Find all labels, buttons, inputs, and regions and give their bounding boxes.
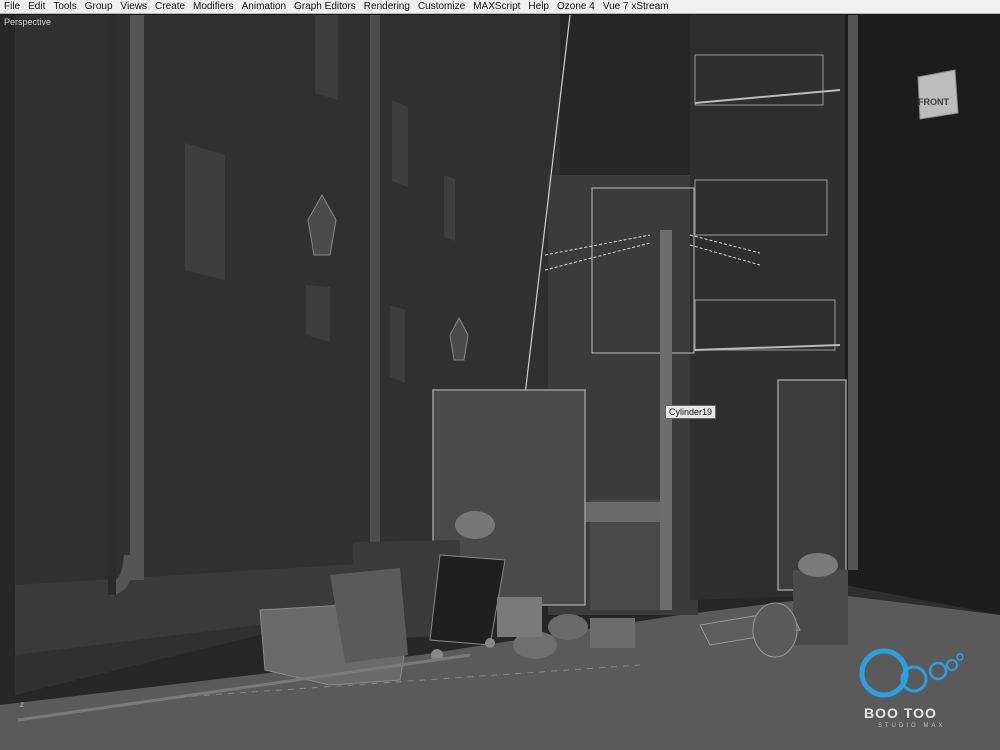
- dumpster-lid: [429, 554, 506, 646]
- menubar: File Edit Tools Group Views Create Modif…: [0, 0, 1000, 14]
- drainpipe-left-2: [370, 15, 380, 555]
- menu-views[interactable]: Views: [121, 0, 148, 14]
- drainpipe-right: [848, 15, 858, 570]
- menu-file[interactable]: File: [4, 0, 20, 14]
- menu-tools[interactable]: Tools: [53, 0, 76, 14]
- drainpipe-left-1: [130, 15, 144, 580]
- window-left-1: [185, 143, 225, 280]
- window-left-6: [444, 175, 455, 241]
- perspective-viewport[interactable]: Perspective Cylinder19 z FRONT BOO TOO S…: [0, 15, 1000, 750]
- window-left-3: [392, 100, 408, 187]
- object-tooltip: Cylinder19: [665, 405, 717, 419]
- boo-too-logo-icon: [859, 648, 964, 698]
- watermark-subtitle: STUDIO MAX: [878, 723, 946, 729]
- menu-animation[interactable]: Animation: [242, 0, 286, 14]
- garbage-bag-4: [798, 553, 838, 577]
- manhole-cover: [752, 602, 798, 658]
- menu-rendering[interactable]: Rendering: [364, 0, 410, 14]
- menu-ozone[interactable]: Ozone 4: [557, 0, 595, 14]
- watermark-title: BOO TOO: [864, 705, 937, 721]
- alley-scene: [0, 15, 1000, 750]
- menu-maxscript[interactable]: MAXScript: [473, 0, 520, 14]
- menu-vue[interactable]: Vue 7 xStream: [603, 0, 669, 14]
- window-left-5: [306, 285, 330, 342]
- window-left-4: [390, 305, 405, 383]
- cart-wheel-2: [485, 638, 495, 648]
- window-left-2: [315, 15, 338, 100]
- drainpipe-left-3: [108, 15, 116, 595]
- menu-modifiers[interactable]: Modifiers: [193, 0, 234, 14]
- viewport-label[interactable]: Perspective: [4, 17, 51, 27]
- garbage-bag-1: [455, 511, 495, 539]
- viewcube-shape: [917, 69, 959, 120]
- crate: [497, 597, 542, 637]
- menu-graph-editors[interactable]: Graph Editors: [294, 0, 356, 14]
- menu-edit[interactable]: Edit: [28, 0, 45, 14]
- viewcube-face-label[interactable]: FRONT: [918, 97, 949, 107]
- trash-can-right: [793, 570, 848, 645]
- menu-create[interactable]: Create: [155, 0, 185, 14]
- menu-customize[interactable]: Customize: [418, 0, 465, 14]
- menu-help[interactable]: Help: [528, 0, 549, 14]
- axis-label: z: [20, 700, 24, 709]
- menu-group[interactable]: Group: [85, 0, 113, 14]
- utility-pole: [660, 230, 672, 610]
- cardboard-box: [590, 618, 635, 648]
- garbage-bag-3: [548, 614, 588, 640]
